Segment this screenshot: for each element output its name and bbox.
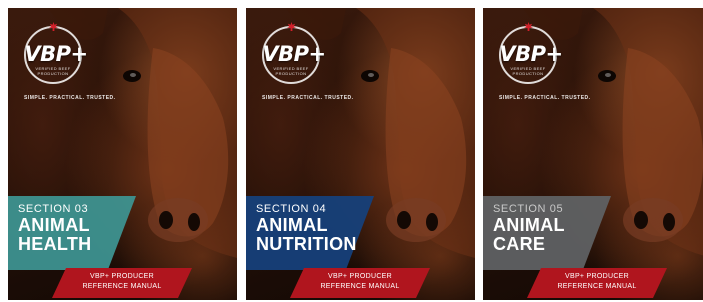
manual-label-line-1: VBP+ PRODUCER xyxy=(90,273,154,280)
section-title-line-2: CARE xyxy=(493,234,546,254)
section-title: ANIMAL CARE xyxy=(493,216,565,254)
tagline: SIMPLE. PRACTICAL. TRUSTED. xyxy=(262,95,354,101)
vbp-logo: VBP+ VERIFIED BEEF PRODUCTION xyxy=(491,22,571,92)
tagline: SIMPLE. PRACTICAL. TRUSTED. xyxy=(24,95,116,101)
logo-brand: VBP+ xyxy=(24,42,88,66)
manual-cover-animal-health[interactable]: VBP+ VERIFIED BEEF PRODUCTION SIMPLE. PR… xyxy=(8,8,237,300)
logo-brand: VBP+ xyxy=(262,42,326,66)
vbp-logo: VBP+ VERIFIED BEEF PRODUCTION xyxy=(16,22,96,92)
manual-label-line-1: VBP+ PRODUCER xyxy=(328,273,392,280)
maple-leaf-icon xyxy=(524,22,533,31)
logo-brand: VBP+ xyxy=(499,42,563,66)
manual-label: VBP+ PRODUCER REFERENCE MANUAL xyxy=(527,272,667,292)
section-title-line-1: ANIMAL xyxy=(18,215,90,235)
section-title: ANIMAL NUTRITION xyxy=(256,216,357,254)
logo-seal-text: VERIFIED BEEF PRODUCTION xyxy=(273,66,309,76)
section-title: ANIMAL HEALTH xyxy=(18,216,91,254)
vbp-logo: VBP+ VERIFIED BEEF PRODUCTION xyxy=(254,22,334,92)
manual-label-line-2: REFERENCE MANUAL xyxy=(557,283,637,290)
manual-cover-animal-nutrition[interactable]: VBP+ VERIFIED BEEF PRODUCTION SIMPLE. PR… xyxy=(246,8,475,300)
logo-seal-text: VERIFIED BEEF PRODUCTION xyxy=(35,66,71,76)
section-title-line-2: HEALTH xyxy=(18,234,92,254)
manual-label: VBP+ PRODUCER REFERENCE MANUAL xyxy=(290,272,430,292)
section-title-line-1: ANIMAL xyxy=(493,215,565,235)
manual-label-line-1: VBP+ PRODUCER xyxy=(565,273,629,280)
maple-leaf-icon xyxy=(49,22,58,31)
manual-label-line-2: REFERENCE MANUAL xyxy=(82,283,162,290)
logo-seal-text: VERIFIED BEEF PRODUCTION xyxy=(510,66,546,76)
section-title-line-1: ANIMAL xyxy=(256,215,328,235)
section-number: SECTION 04 xyxy=(256,203,327,215)
section-title-line-2: NUTRITION xyxy=(256,234,357,254)
manual-label: VBP+ PRODUCER REFERENCE MANUAL xyxy=(52,272,192,292)
section-number: SECTION 03 xyxy=(18,203,89,215)
manual-label-line-2: REFERENCE MANUAL xyxy=(320,283,400,290)
manual-cover-animal-care[interactable]: VBP+ VERIFIED BEEF PRODUCTION SIMPLE. PR… xyxy=(483,8,703,300)
maple-leaf-icon xyxy=(287,22,296,31)
tagline: SIMPLE. PRACTICAL. TRUSTED. xyxy=(499,95,591,101)
section-number: SECTION 05 xyxy=(493,203,564,215)
